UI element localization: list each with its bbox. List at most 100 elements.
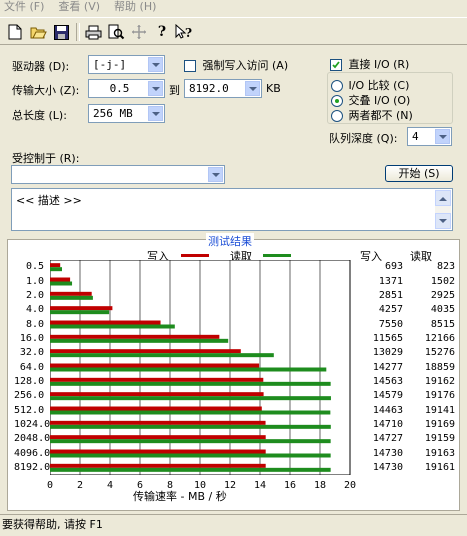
bar-read [50,310,110,315]
y-tick-label: 64.0 [19,361,44,373]
bar-read [50,439,331,444]
bar-write [50,334,220,339]
toolbar: ? ? [0,17,467,45]
save-icon[interactable] [52,23,70,41]
drive-value: [-j-] [93,58,127,71]
y-tick-label: 2.0 [25,289,44,301]
radio-label: I/O 比较 (C) [348,79,410,92]
x-tick-label: 20 [343,480,357,491]
y-tick-label: 1024.0 [14,418,51,430]
checkbox-box[interactable] [184,60,196,72]
read-value: 19161 [424,461,455,473]
radio-button[interactable] [331,95,343,107]
read-value: 19159 [424,433,455,445]
radio-label: 两者都不 (N) [348,109,413,122]
new-icon[interactable] [6,23,24,41]
bar-read [50,381,331,386]
radio-io-compare[interactable]: I/O 比较 (C) [331,77,409,93]
radio-button[interactable] [331,110,343,122]
status-bar: 要获得帮助, 请按 F1 [0,514,467,536]
open-icon[interactable] [29,23,47,41]
write-value: 14727 [372,433,403,445]
kb-label: KB [266,82,281,95]
y-tick-label: 8.0 [25,318,44,330]
read-value: 18859 [424,361,455,373]
direct-io-checkbox[interactable]: 直接 I/O (R) [330,56,409,72]
x-tick-label: 6 [136,480,144,491]
write-value: 693 [384,261,403,273]
menu-help[interactable]: 帮助 (H) [114,0,156,16]
direct-io-label: 直接 I/O (R) [348,58,410,71]
checkbox-box[interactable] [330,59,342,71]
x-tick-label: 4 [106,480,114,491]
chevron-down-icon[interactable] [148,106,163,121]
chevron-down-icon[interactable] [245,81,260,96]
read-value: 4035 [430,304,455,316]
write-value: 4257 [378,304,403,316]
description-scrollbar[interactable] [435,190,451,229]
x-tick-label: 0 [46,480,54,491]
menu-file[interactable]: 文件 (F) [4,0,44,16]
drive-select[interactable]: [-j-] [88,55,165,74]
print-preview-icon[interactable] [107,23,125,41]
transfer-from-select[interactable]: 0.5 [88,79,165,98]
bar-write [50,363,260,368]
menu-view[interactable]: 查看 (V) [58,0,100,16]
y-tick-label: 256.0 [14,390,45,402]
bar-read [50,295,93,300]
total-length-label: 总长度 (L): [12,109,67,122]
y-tick-label: 16.0 [19,332,44,344]
bar-read [50,396,331,401]
queue-depth-select[interactable]: 4 [407,127,452,146]
write-value: 7550 [378,318,403,330]
bar-write [50,306,113,311]
bar-read [50,424,331,429]
transfer-size-label: 传输大小 (Z): [12,84,80,97]
scroll-up-icon[interactable] [435,190,451,206]
radio-label: 交叠 I/O (O) [348,94,411,107]
chevron-down-icon[interactable] [435,129,450,144]
write-value: 1371 [378,275,403,287]
read-value: 19176 [424,390,455,402]
start-button[interactable]: 开始 (S) [385,165,453,182]
y-tick-label: 32.0 [19,347,44,359]
write-value: 11565 [372,332,403,344]
read-value: 19163 [424,447,455,459]
bar-read [50,410,331,415]
x-tick-label: 2 [76,480,84,491]
read-value: 15276 [424,347,455,359]
speed-chart [50,260,351,475]
bar-write [50,463,266,468]
bar-write [50,291,92,296]
force-write-checkbox[interactable]: 强制写入访问 (A) [184,57,288,73]
y-tick-label: 4.0 [25,304,44,316]
chevron-down-icon[interactable] [148,57,163,72]
transfer-from-value: 0.5 [109,82,130,95]
scroll-down-icon[interactable] [435,213,451,229]
description-text: << 描述 >> [16,194,82,207]
context-help-icon[interactable]: ? [175,23,193,41]
status-text: 要获得帮助, 请按 F1 [2,518,103,531]
controlled-by-label: 受控制于 (R): [12,152,80,165]
y-tick-label: 2048.0 [14,433,51,445]
transfer-to-select[interactable]: 8192.0 [184,79,262,98]
results-panel: 测试结果 写入 读取 写入 读取 传输速率 - MB / 秒 0.5 693 823… [7,233,460,511]
radio-overlapped-io[interactable]: 交叠 I/O (O) [331,92,410,108]
description-box[interactable]: << 描述 >> [11,188,453,231]
print-icon[interactable] [84,23,102,41]
bar-read [50,338,229,343]
chevron-down-icon[interactable] [208,167,223,182]
toolbar-separator [76,23,80,41]
chevron-down-icon[interactable] [148,81,163,96]
help-icon[interactable]: ? [153,23,171,41]
legend-write-swatch [181,254,209,257]
transfer-to-value: 8192.0 [189,82,229,95]
read-value: 823 [436,261,455,273]
y-tick-label: 1.0 [25,275,44,287]
radio-neither[interactable]: 两者都不 (N) [331,107,413,123]
total-length-select[interactable]: 256 MB [88,104,165,123]
controlled-by-select[interactable] [11,165,225,184]
read-value: 19141 [424,404,455,416]
move-icon[interactable] [130,23,148,41]
radio-button[interactable] [331,80,343,92]
